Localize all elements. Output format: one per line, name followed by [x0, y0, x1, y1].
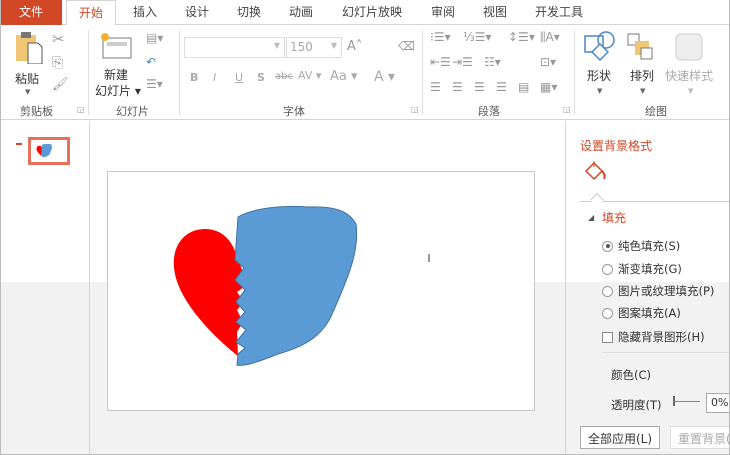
window-frame	[0, 0, 730, 455]
